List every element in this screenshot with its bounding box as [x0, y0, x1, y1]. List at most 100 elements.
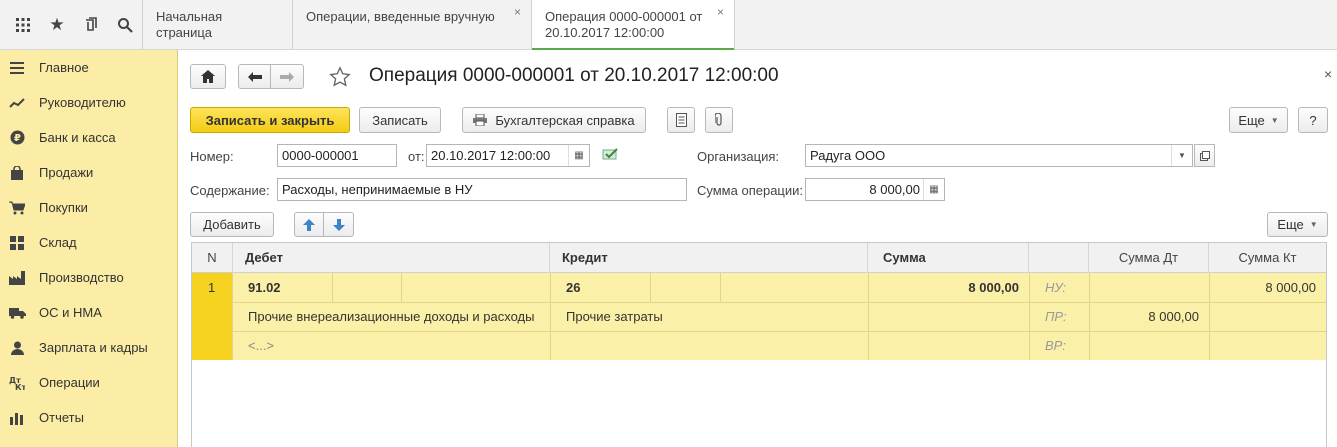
organization-field[interactable]: Радуга ООО ▼ [805, 144, 1193, 167]
sidebar-item-reports[interactable]: Отчеты [0, 400, 177, 435]
history-icon[interactable] [74, 8, 108, 42]
arrow-left-icon [247, 71, 262, 82]
attach-button[interactable] [705, 107, 733, 133]
column-header-sum-kt[interactable]: Сумма Кт [1209, 243, 1326, 273]
svg-text:₽: ₽ [14, 133, 21, 144]
table-more-label: Еще [1277, 217, 1304, 232]
menu-lines-icon [8, 60, 26, 76]
row-divider [720, 273, 721, 302]
row-divider [232, 273, 233, 360]
sidebar-item-warehouse[interactable]: Склад [0, 225, 177, 260]
number-field[interactable]: 0000-000001 [277, 144, 397, 167]
move-down-button[interactable] [323, 212, 354, 237]
sidebar-item-label: Покупки [39, 200, 88, 215]
tab-manual-operations[interactable]: Операции, введенные вручную × [292, 0, 531, 50]
sidebar-item-purchases[interactable]: Покупки [0, 190, 177, 225]
close-form-icon[interactable]: × [1324, 66, 1332, 82]
tab-label-line2: 20.10.2017 12:00:00 [545, 25, 665, 40]
sidebar-item-production[interactable]: Производство [0, 260, 177, 295]
organization-label: Организация: [697, 149, 780, 164]
close-icon[interactable]: × [717, 4, 724, 20]
column-header-sum-dt[interactable]: Сумма Дт [1089, 243, 1209, 273]
sum-kt-nu[interactable]: 8 000,00 [1209, 273, 1326, 302]
forward-button[interactable] [271, 64, 304, 89]
vr-label: ВР: [1045, 338, 1066, 353]
row-divider [550, 273, 551, 360]
sidebar-item-label: Продажи [39, 165, 94, 180]
bar-chart-icon [8, 410, 26, 426]
svg-text:Кт: Кт [15, 383, 25, 390]
document-button[interactable] [667, 107, 695, 133]
star-icon[interactable]: ★ [40, 8, 74, 42]
page-title: Операция 0000-000001 от 20.10.2017 12:00… [369, 65, 779, 86]
sum-field[interactable]: 8 000,00 ▦ [805, 178, 945, 201]
home-button[interactable] [190, 64, 226, 89]
sidebar-item-bank[interactable]: ₽ Банк и касса [0, 120, 177, 155]
cart-icon [8, 200, 26, 216]
chevron-down-icon[interactable]: ▼ [1171, 145, 1192, 166]
report-button-label: Бухгалтерская справка [495, 112, 635, 128]
column-header-credit[interactable]: Кредит [550, 243, 868, 273]
credit-account[interactable]: 26 [556, 273, 580, 302]
calculator-icon[interactable]: ▦ [923, 179, 944, 200]
table-row[interactable]: 1 91.02 26 8 000,00 НУ: 8 000,00 Прочие … [192, 273, 1326, 360]
arrow-down-icon [332, 218, 345, 231]
debit-subconto-2[interactable]: <...> [238, 331, 274, 360]
credit-subconto[interactable]: Прочие затраты [556, 302, 663, 331]
row-number: 1 [208, 280, 216, 295]
content-label: Содержание: [190, 183, 270, 198]
printer-icon [473, 114, 488, 126]
row-sum[interactable]: 8 000,00 [868, 273, 1029, 302]
close-icon[interactable]: × [514, 4, 521, 20]
open-organization-button[interactable] [1194, 144, 1215, 167]
more-button[interactable]: Еще ▼ [1229, 107, 1288, 133]
top-icons: ★ [0, 0, 142, 50]
sum-dt-pr[interactable]: 8 000,00 [1089, 302, 1209, 331]
add-row-button[interactable]: Добавить [190, 212, 274, 237]
tab-operation[interactable]: Операция 0000-000001 от 20.10.2017 12:00… [531, 0, 735, 51]
truck-icon [8, 305, 26, 321]
content-field[interactable]: Расходы, непринимаемые в НУ [277, 178, 687, 201]
favorite-star-icon[interactable] [328, 65, 352, 89]
more-button-label: Еще [1238, 112, 1265, 128]
sidebar: Главное Руководителю ₽ Банк и касса Прод… [0, 50, 178, 447]
table-more-button[interactable]: Еще ▼ [1267, 212, 1328, 237]
search-icon[interactable] [108, 8, 142, 42]
tab-home[interactable]: Начальная страница [142, 0, 292, 50]
report-button[interactable]: Бухгалтерская справка [462, 107, 646, 133]
sidebar-item-label: Главное [39, 60, 89, 75]
sidebar-item-assets[interactable]: ОС и НМА [0, 295, 177, 330]
date-field[interactable]: 20.10.2017 12:00:00 ▦ [426, 144, 590, 167]
column-header-debit[interactable]: Дебет [233, 243, 550, 273]
sidebar-item-label: Склад [39, 235, 77, 250]
help-button[interactable]: ? [1298, 107, 1328, 133]
calendar-icon[interactable]: ▦ [568, 145, 589, 166]
back-button[interactable] [238, 64, 271, 89]
move-up-button[interactable] [294, 212, 324, 237]
row-divider [401, 273, 402, 302]
save-close-button[interactable]: Записать и закрыть [190, 107, 350, 133]
sidebar-item-label: Банк и касса [39, 130, 116, 145]
sidebar-item-label: Зарплата и кадры [39, 340, 148, 355]
row-divider [232, 331, 1326, 332]
debit-subconto[interactable]: Прочие внереализационные доходы и расход… [238, 302, 535, 331]
sidebar-item-manager[interactable]: Руководителю [0, 85, 177, 120]
document-icon [675, 113, 687, 127]
form-area: Операция 0000-000001 от 20.10.2017 12:00… [178, 50, 1337, 447]
save-button[interactable]: Записать [359, 107, 441, 133]
column-header-n[interactable]: N [192, 243, 233, 273]
debit-account[interactable]: 91.02 [238, 273, 281, 302]
sum-label: Сумма операции: [697, 183, 803, 198]
apps-grid-icon[interactable] [6, 8, 40, 42]
tab-label: Начальная страница [156, 9, 223, 40]
sidebar-item-main[interactable]: Главное [0, 50, 177, 85]
sidebar-item-salary[interactable]: Зарплата и кадры [0, 330, 177, 365]
dt-kt-icon: Дт Кт [8, 375, 26, 391]
table-header: N Дебет Кредит Сумма Сумма Дт Сумма Кт [192, 243, 1326, 273]
sidebar-item-sales[interactable]: Продажи [0, 155, 177, 190]
check-doc-icon[interactable] [602, 147, 619, 164]
date-label: от: [408, 149, 425, 164]
column-header-sum[interactable]: Сумма [868, 243, 1029, 273]
date-value: 20.10.2017 12:00:00 [431, 148, 551, 163]
sidebar-item-operations[interactable]: Дт Кт Операции [0, 365, 177, 400]
